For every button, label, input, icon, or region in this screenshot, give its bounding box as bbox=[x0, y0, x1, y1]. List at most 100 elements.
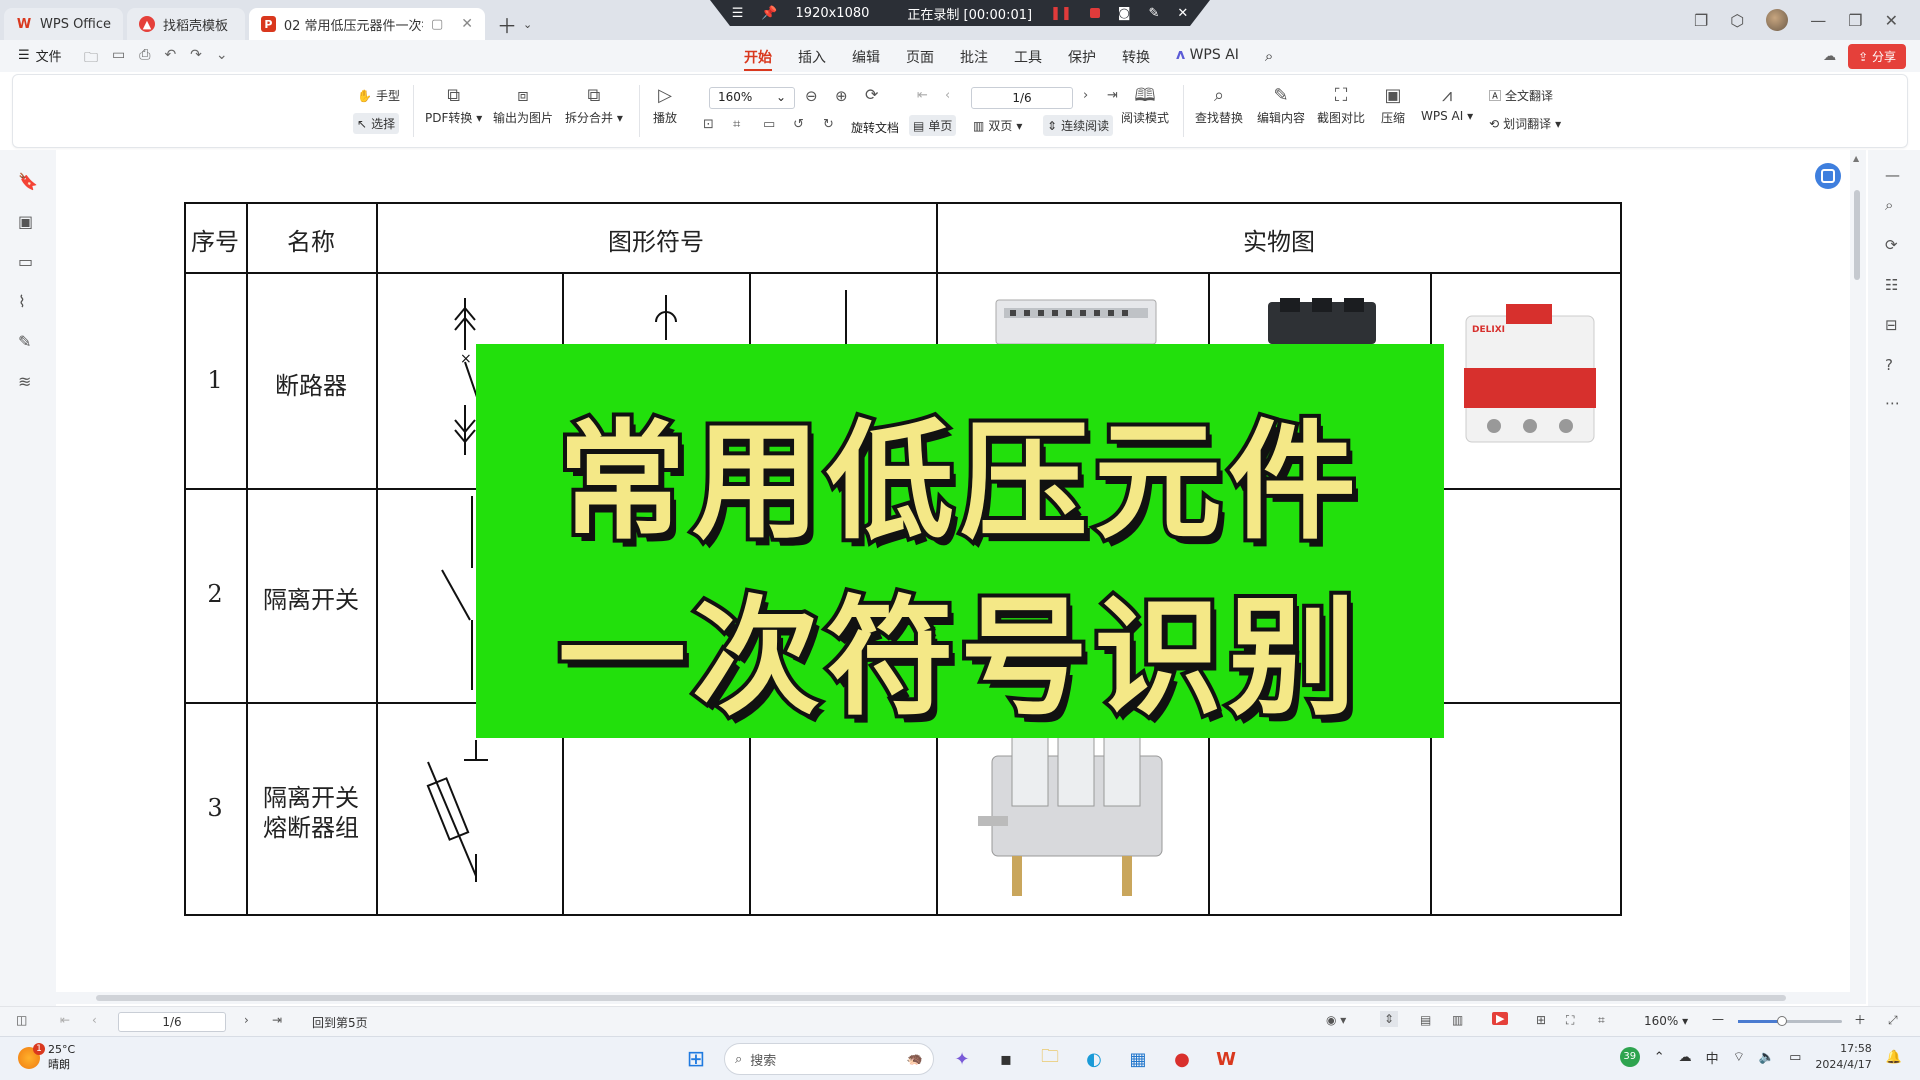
menu-edit[interactable]: 编辑 bbox=[852, 47, 880, 71]
zoom-slider-knob[interactable] bbox=[1776, 1016, 1787, 1026]
file-menu[interactable]: ☰ 文件 bbox=[18, 46, 62, 65]
bookmark-icon[interactable]: 🔖 bbox=[18, 172, 38, 191]
recorder-icon[interactable]: ● bbox=[1166, 1043, 1198, 1075]
rotate-left-icon[interactable]: ↺ bbox=[793, 117, 804, 132]
first-page-icon[interactable]: ⇤ bbox=[917, 88, 928, 103]
rotate-right-icon[interactable]: ↻ bbox=[823, 117, 834, 132]
first-page-icon[interactable]: ⇤ bbox=[60, 1013, 70, 1027]
comment-icon[interactable]: ▭ bbox=[18, 252, 33, 271]
status-zoom-select[interactable]: 160% ▾ bbox=[1644, 1014, 1688, 1028]
taskbar-search[interactable]: ⌕ 搜索 🦔 bbox=[724, 1043, 934, 1075]
tab-wps-office[interactable]: W WPS Office bbox=[4, 8, 124, 40]
search-icon[interactable]: ⌕ bbox=[1885, 196, 1893, 214]
pin-icon[interactable]: 📌 bbox=[761, 6, 777, 21]
search-icon[interactable]: ⌕ bbox=[1265, 47, 1273, 71]
continuous-view-icon[interactable]: ⇕ bbox=[1380, 1011, 1399, 1027]
last-page-icon[interactable]: ⇥ bbox=[272, 1013, 282, 1027]
battery-icon[interactable]: ▭ bbox=[1789, 1050, 1801, 1065]
chevron-down-icon[interactable]: ⌄ bbox=[216, 47, 228, 71]
status-page-input[interactable]: 1/6 bbox=[118, 1012, 226, 1032]
menu-protect[interactable]: 保护 bbox=[1068, 47, 1096, 71]
undo-icon[interactable]: ↶ bbox=[164, 47, 176, 71]
save-icon[interactable]: ▭ bbox=[112, 47, 125, 71]
double-view-icon[interactable]: ▥ bbox=[1452, 1013, 1463, 1027]
last-page-icon[interactable]: ⇥ bbox=[1107, 88, 1118, 103]
restore-view-icon[interactable]: ❐ bbox=[1694, 11, 1708, 30]
copilot-icon[interactable]: ✦ bbox=[946, 1043, 978, 1075]
rotate-icon[interactable]: ⟳ bbox=[865, 85, 878, 104]
attachment-icon[interactable]: ⌇ bbox=[18, 292, 26, 311]
print-icon[interactable]: ⎙ bbox=[139, 47, 150, 71]
tray-app-badge[interactable]: 39 bbox=[1619, 1047, 1640, 1067]
menu-convert[interactable]: 转换 bbox=[1122, 47, 1150, 71]
continuous-read-button[interactable]: ⇕ 连续阅读 bbox=[1043, 115, 1114, 136]
single-page-button[interactable]: ▤ 单页 bbox=[909, 115, 957, 136]
menu-wps-ai[interactable]: ʌ WPS AI bbox=[1176, 47, 1239, 71]
zoom-in-icon[interactable]: ⊕ bbox=[835, 87, 848, 105]
fit-width-icon[interactable]: ⊞ bbox=[1536, 1013, 1546, 1027]
close-window-icon[interactable]: ✕ bbox=[1885, 11, 1898, 30]
stop-icon[interactable] bbox=[1089, 8, 1100, 18]
menu-page[interactable]: 页面 bbox=[906, 47, 934, 71]
next-page-icon[interactable]: › bbox=[244, 1013, 249, 1027]
menu-insert[interactable]: 插入 bbox=[798, 47, 826, 71]
edge-browser-icon[interactable]: ◐ bbox=[1078, 1043, 1110, 1075]
wifi-icon[interactable]: ⌔ bbox=[1733, 1049, 1745, 1065]
signature-icon[interactable]: ✎ bbox=[18, 332, 31, 351]
avatar[interactable] bbox=[1766, 9, 1789, 31]
open-folder-icon[interactable]: 🗀 bbox=[84, 47, 98, 71]
fullscreen-icon[interactable]: ⤢ bbox=[1888, 1013, 1898, 1028]
windows-start-icon[interactable]: ⊞ bbox=[680, 1043, 712, 1075]
menu-icon[interactable]: ☰ bbox=[732, 6, 744, 21]
tab-pdf-document[interactable]: P 02 常用低压元器件一次符号.p ▢ ✕ bbox=[249, 8, 486, 40]
terminal-icon[interactable]: ▪ bbox=[990, 1043, 1022, 1075]
page-number-input[interactable]: 1/6 bbox=[971, 87, 1073, 109]
help-icon[interactable]: ? bbox=[1885, 356, 1893, 374]
tab-docer[interactable]: ▲ 找稻壳模板 bbox=[127, 8, 246, 40]
rotate-doc-label[interactable]: 旋转文档 bbox=[851, 119, 899, 136]
eye-icon[interactable]: ◉ ▾ bbox=[1326, 1013, 1346, 1027]
close-tab-icon[interactable]: ✕ bbox=[461, 16, 473, 32]
menu-home[interactable]: 开始 bbox=[744, 47, 772, 71]
edit-content-button[interactable]: ✎ 编辑内容 bbox=[1257, 83, 1305, 126]
back-to-page-link[interactable]: 回到第5页 bbox=[312, 1014, 368, 1031]
menu-tools[interactable]: 工具 bbox=[1014, 47, 1042, 71]
wps-ai-button[interactable]: ⩘ WPS AI ▾ bbox=[1421, 83, 1473, 123]
select-tool-button[interactable]: ↖ 选择 bbox=[353, 113, 400, 134]
zoom-in-icon[interactable]: ＋ bbox=[1854, 1011, 1866, 1028]
pen-icon[interactable]: ✎ bbox=[1149, 6, 1160, 21]
share-button[interactable]: ⇪ 分享 bbox=[1848, 44, 1906, 69]
camera-icon[interactable]: ◙ bbox=[1118, 6, 1131, 21]
zoom-out-icon[interactable]: — bbox=[1712, 1012, 1724, 1026]
hand-tool-button[interactable]: ✋ 手型 bbox=[353, 85, 404, 106]
horizontal-scroll-thumb[interactable] bbox=[96, 995, 1786, 1001]
onedrive-icon[interactable]: ☁ bbox=[1679, 1050, 1692, 1065]
window-icon[interactable]: ▢ bbox=[431, 17, 443, 32]
zoom-slider[interactable] bbox=[1738, 1016, 1842, 1026]
thumbnail-icon[interactable]: ▣ bbox=[18, 212, 33, 231]
fit-width-icon[interactable]: ⊡ bbox=[703, 117, 714, 132]
fit-page-icon[interactable]: ⌗ bbox=[733, 117, 740, 132]
redo-icon[interactable]: ↷ bbox=[190, 47, 202, 71]
zoom-select[interactable]: 160% ⌄ bbox=[709, 87, 795, 109]
pause-icon[interactable]: ❚❚ bbox=[1050, 6, 1072, 21]
play-slideshow-icon[interactable]: ▶ bbox=[1492, 1012, 1509, 1025]
vertical-scroll-thumb[interactable] bbox=[1854, 190, 1860, 280]
new-tab-button[interactable]: ＋ ⌄ bbox=[497, 8, 532, 40]
scroll-up-icon[interactable]: ▲ bbox=[1853, 154, 1859, 163]
maximize-icon[interactable]: ❐ bbox=[1848, 11, 1862, 30]
actual-size-icon[interactable]: ▭ bbox=[763, 117, 775, 132]
minimize-panel-icon[interactable]: — bbox=[1885, 166, 1900, 184]
split-merge-button[interactable]: ⧉ 拆分合并 ▾ bbox=[565, 83, 623, 126]
ppt-floating-icon[interactable] bbox=[1814, 162, 1842, 190]
clock[interactable]: 17:58 2024/4/17 bbox=[1815, 1041, 1871, 1073]
fit-page-icon[interactable]: ⛶ bbox=[1566, 1013, 1574, 1028]
prev-page-icon[interactable]: ‹ bbox=[945, 88, 950, 103]
double-page-button[interactable]: ▥ 双页 ▾ bbox=[969, 115, 1026, 136]
weather-widget[interactable]: 1 25°C 晴朗 bbox=[18, 1042, 75, 1072]
volume-icon[interactable]: 🔈 bbox=[1759, 1050, 1775, 1065]
file-explorer-icon[interactable]: 🗀 bbox=[1034, 1043, 1066, 1075]
actual-size-icon[interactable]: ⌗ bbox=[1598, 1013, 1605, 1028]
sidebar-toggle-icon[interactable]: ◫ bbox=[16, 1013, 27, 1027]
cloud-icon[interactable]: ☁ bbox=[1823, 49, 1836, 64]
